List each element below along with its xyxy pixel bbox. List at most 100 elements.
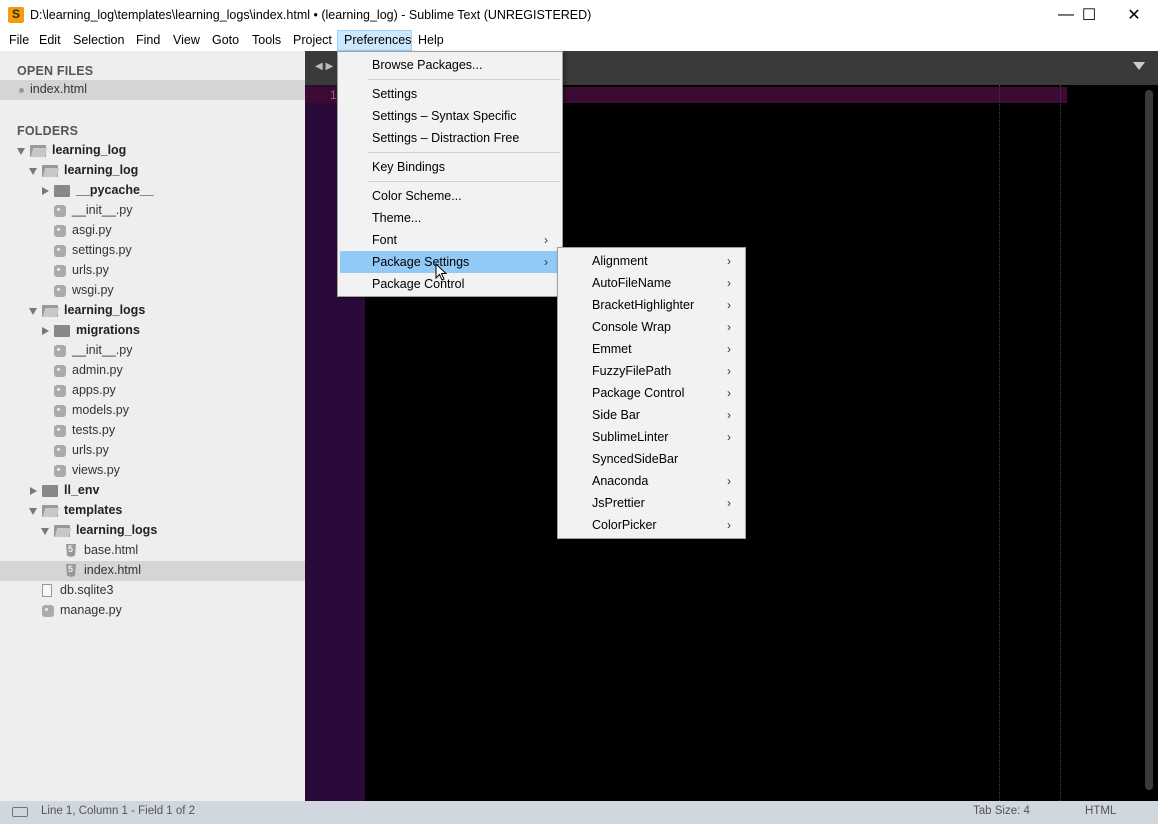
package-settings-item[interactable]: FuzzyFilePath › <box>560 360 743 382</box>
tree-item-label: settings.py <box>72 243 132 257</box>
tree-file[interactable]: admin.py <box>0 361 305 381</box>
menu-preferences[interactable]: Preferences <box>337 30 412 51</box>
tree-file[interactable]: wsgi.py <box>0 281 305 301</box>
tree-file[interactable]: urls.py <box>0 261 305 281</box>
package-settings-item[interactable]: JsPrettier › <box>560 492 743 514</box>
menu-help[interactable]: Help <box>412 30 450 51</box>
open-files-heading: OPEN FILES <box>17 64 94 78</box>
tree-file[interactable]: __init__.py <box>0 341 305 361</box>
submenu-arrow-icon: › <box>727 320 731 334</box>
tree-file[interactable]: __init__.py <box>0 201 305 221</box>
submenu-arrow-icon: › <box>727 276 731 290</box>
package-settings-item[interactable]: Emmet › <box>560 338 743 360</box>
menu-goto[interactable]: Goto <box>206 30 245 51</box>
submenu-arrow-icon: › <box>727 474 731 488</box>
menu-file[interactable]: File <box>3 30 35 51</box>
tree-folder[interactable]: ll_env <box>0 481 305 501</box>
package-settings-item[interactable]: SublimeLinter › <box>560 426 743 448</box>
preferences-menu-item[interactable]: Settings – Distraction Free <box>340 127 560 149</box>
preferences-menu-item[interactable]: Key Bindings <box>340 156 560 178</box>
tree-file[interactable]: tests.py <box>0 421 305 441</box>
tab-size-selector[interactable]: Tab Size: 4 <box>973 805 1030 817</box>
tab-list-dropdown-icon[interactable] <box>1133 62 1145 70</box>
tree-folder[interactable]: migrations <box>0 321 305 341</box>
package-settings-item-label: Emmet <box>592 342 632 356</box>
expanded-arrow-icon[interactable] <box>17 148 25 155</box>
submenu-arrow-icon: › <box>544 255 548 269</box>
tree-file[interactable]: views.py <box>0 461 305 481</box>
menu-selection[interactable]: Selection <box>67 30 130 51</box>
maximize-button[interactable]: ☐ <box>1066 0 1112 30</box>
tree-file[interactable]: apps.py <box>0 381 305 401</box>
submenu-arrow-icon: › <box>727 386 731 400</box>
package-settings-item-label: ColorPicker <box>592 518 657 532</box>
tree-folder[interactable]: learning_logs <box>0 521 305 541</box>
package-settings-item[interactable]: Side Bar › <box>560 404 743 426</box>
package-settings-item[interactable]: Anaconda › <box>560 470 743 492</box>
preferences-menu-item[interactable]: Settings <box>340 83 560 105</box>
tree-file[interactable]: index.html <box>0 561 305 581</box>
preferences-menu-item[interactable]: Browse Packages... <box>340 54 560 76</box>
open-file-item[interactable]: index.html <box>0 80 305 100</box>
close-button[interactable]: ✕ <box>1111 0 1157 30</box>
tree-file[interactable]: base.html <box>0 541 305 561</box>
python-file-icon <box>54 345 66 357</box>
expanded-arrow-icon[interactable] <box>29 308 37 315</box>
package-settings-item[interactable]: Alignment › <box>560 250 743 272</box>
collapsed-arrow-icon[interactable] <box>42 187 49 195</box>
vertical-scrollbar[interactable] <box>1145 90 1153 790</box>
tree-file[interactable]: urls.py <box>0 441 305 461</box>
python-file-icon <box>54 405 66 417</box>
preferences-menu-item[interactable]: Theme... <box>340 207 560 229</box>
expanded-arrow-icon[interactable] <box>29 168 37 175</box>
menu-separator <box>368 152 560 153</box>
tree-item-label: urls.py <box>72 443 109 457</box>
tree-file[interactable]: models.py <box>0 401 305 421</box>
collapsed-arrow-icon[interactable] <box>30 487 37 495</box>
package-settings-item[interactable]: ColorPicker › <box>560 514 743 536</box>
folder-icon <box>54 185 70 197</box>
tree-folder[interactable]: learning_log <box>0 161 305 181</box>
menu-find[interactable]: Find <box>130 30 166 51</box>
syntax-selector[interactable]: HTML <box>1085 805 1116 817</box>
tree-item-label: base.html <box>84 543 139 557</box>
menu-edit[interactable]: Edit <box>33 30 67 51</box>
python-file-icon <box>54 365 66 377</box>
tree-file[interactable]: asgi.py <box>0 221 305 241</box>
submenu-arrow-icon: › <box>727 254 731 268</box>
menu-project[interactable]: Project <box>287 30 338 51</box>
tree-file[interactable]: settings.py <box>0 241 305 261</box>
submenu-arrow-icon: › <box>727 430 731 444</box>
preferences-menu-item[interactable]: Color Scheme... <box>340 185 560 207</box>
submenu-arrow-icon: › <box>727 408 731 422</box>
console-toggle-icon[interactable] <box>12 807 28 817</box>
package-settings-item[interactable]: AutoFileName › <box>560 272 743 294</box>
preferences-menu-item[interactable]: Settings – Syntax Specific <box>340 105 560 127</box>
folder-open-icon <box>30 145 46 157</box>
expanded-arrow-icon[interactable] <box>29 508 37 515</box>
tree-file[interactable]: db.sqlite3 <box>0 581 305 601</box>
preferences-menu-item[interactable]: Package Control <box>340 273 560 295</box>
tree-folder[interactable]: learning_log <box>0 141 305 161</box>
package-settings-item[interactable]: SyncedSideBar <box>560 448 743 470</box>
expanded-arrow-icon[interactable] <box>41 528 49 535</box>
preferences-menu-item[interactable]: Package Settings › <box>340 251 560 273</box>
submenu-arrow-icon: › <box>544 233 548 247</box>
tree-folder[interactable]: __pycache__ <box>0 181 305 201</box>
tree-folder[interactable]: learning_logs <box>0 301 305 321</box>
tree-item-label: migrations <box>76 323 140 337</box>
unsaved-dot-icon <box>19 88 24 93</box>
menu-tools[interactable]: Tools <box>246 30 287 51</box>
folder-icon <box>42 485 58 497</box>
python-file-icon <box>54 245 66 257</box>
collapsed-arrow-icon[interactable] <box>42 327 49 335</box>
package-settings-item[interactable]: Package Control › <box>560 382 743 404</box>
package-settings-item[interactable]: Console Wrap › <box>560 316 743 338</box>
menu-view[interactable]: View <box>167 30 206 51</box>
tree-file[interactable]: manage.py <box>0 601 305 621</box>
tree-item-label: tests.py <box>72 423 116 437</box>
tab-nav-arrows-icon[interactable]: ◀ ▶ <box>315 61 333 72</box>
tree-folder[interactable]: templates <box>0 501 305 521</box>
package-settings-item[interactable]: BracketHighlighter › <box>560 294 743 316</box>
preferences-menu-item[interactable]: Font › <box>340 229 560 251</box>
